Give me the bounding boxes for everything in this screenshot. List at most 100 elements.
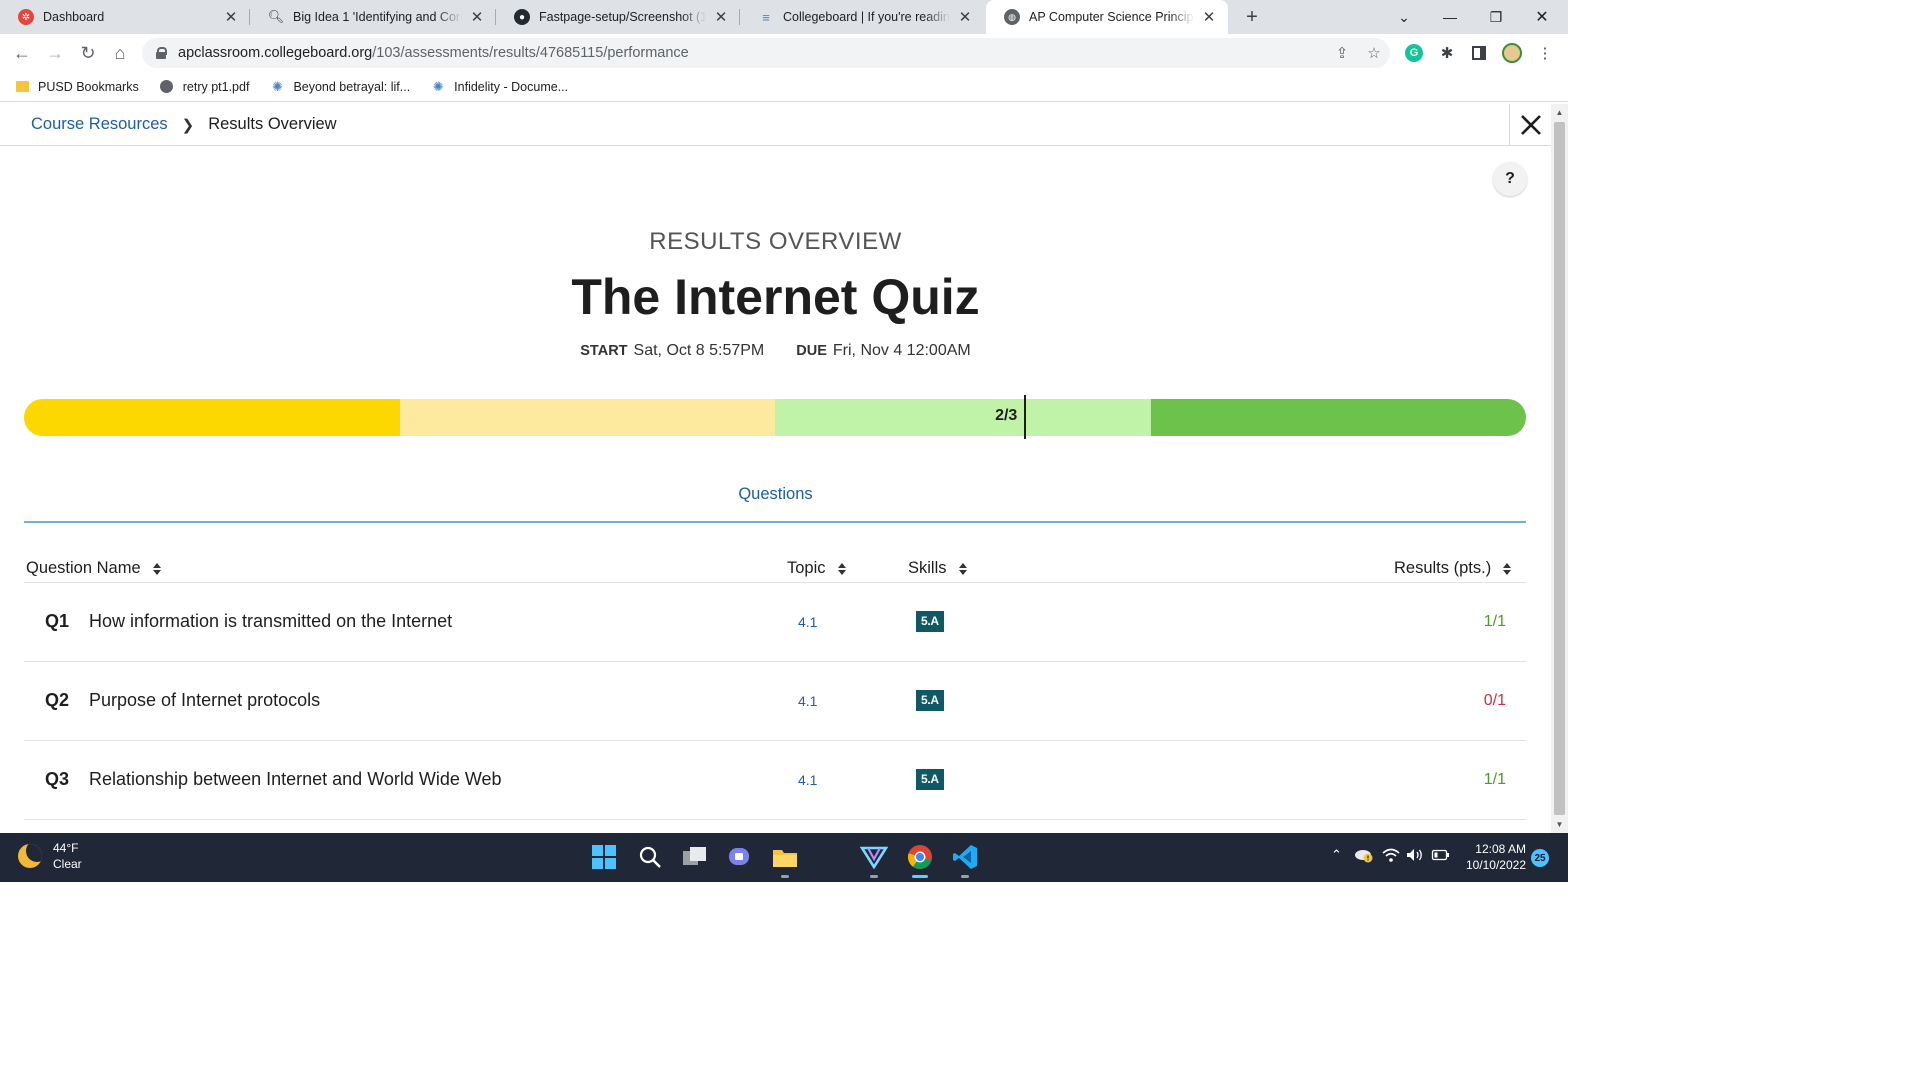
browser-tab[interactable]: 🔍︎ Big Idea 1 'Identifying and Correctin… xyxy=(250,0,496,34)
loading-spinner-icon: ✺ xyxy=(271,78,283,94)
grammarly-icon[interactable]: G xyxy=(1404,43,1424,63)
column-header-question-name[interactable]: Question Name xyxy=(26,559,163,578)
weather-condition: Clear xyxy=(53,857,82,871)
close-tab-icon[interactable]: ✕ xyxy=(222,8,240,26)
file-explorer-icon[interactable] xyxy=(770,842,800,878)
question-number: Q1 xyxy=(45,611,70,631)
bookmark-folder[interactable]: PUSD Bookmarks xyxy=(14,79,139,95)
skill-badge: 5.A xyxy=(916,611,944,632)
forward-icon[interactable]: → xyxy=(43,41,67,65)
score-label: 2/3 xyxy=(995,407,1018,424)
column-header-skills[interactable]: Skills xyxy=(908,559,969,578)
chrome-icon[interactable] xyxy=(905,842,935,878)
scrollbar-thumb[interactable] xyxy=(1554,122,1565,815)
clock-time: 12:08 AM xyxy=(1475,842,1526,856)
tab-questions[interactable]: Questions xyxy=(0,485,1551,504)
scroll-down-icon[interactable]: ▼ xyxy=(1555,820,1564,829)
table-row[interactable]: Q3 Relationship between Internet and Wor… xyxy=(24,741,1526,819)
column-header-results[interactable]: Results (pts.) xyxy=(1394,559,1513,578)
sort-icon xyxy=(958,562,969,576)
system-clock[interactable]: 12:08 AM 10/10/2022 xyxy=(1460,841,1526,873)
chevron-right-icon: ❯ xyxy=(181,116,195,134)
back-icon[interactable]: ← xyxy=(10,41,34,65)
side-panel-icon[interactable] xyxy=(1469,43,1489,63)
tab-label: Collegeboard | If you're reading, xyxy=(783,10,950,24)
extensions-icon[interactable]: ✱ xyxy=(1437,43,1457,63)
table-row[interactable]: Q2 Purpose of Internet protocols 4.1 5.A… xyxy=(24,662,1526,740)
question-topic[interactable]: 4.1 xyxy=(798,614,817,630)
question-name[interactable]: Relationship between Internet and World … xyxy=(89,769,502,790)
minimize-icon[interactable]: — xyxy=(1427,0,1473,34)
tab-underline xyxy=(24,521,1526,523)
bookmark-item[interactable]: ✺ Beyond betrayal: lif... xyxy=(269,79,410,95)
tab-label: AP Computer Science Principles T xyxy=(1029,10,1194,24)
page-scrollbar[interactable]: ▲ ▼ xyxy=(1551,104,1568,833)
folder-icon xyxy=(14,79,30,95)
sort-icon xyxy=(837,562,848,576)
reload-icon[interactable]: ↻ xyxy=(76,41,100,65)
task-view-icon[interactable] xyxy=(680,842,710,872)
teams-chat-icon[interactable] xyxy=(725,842,755,872)
breadcrumb-course-resources[interactable]: Course Resources xyxy=(31,115,168,134)
question-name[interactable]: Purpose of Internet protocols xyxy=(89,690,320,711)
share-icon[interactable]: ⇪ xyxy=(1332,43,1352,63)
tab-strip: ✲ Dashboard ✕ 🔍︎ Big Idea 1 'Identifying… xyxy=(0,0,1568,34)
menu-icon[interactable]: ⋮ xyxy=(1535,43,1555,63)
search-favicon-icon: 🔍︎ xyxy=(267,9,285,24)
onedrive-warning-icon[interactable] xyxy=(1354,847,1374,866)
assignment-dates: START Sat, Oct 8 5:57PM DUE Fri, Nov 4 12:0… xyxy=(0,342,1551,360)
doc-favicon-icon: ≡ xyxy=(762,9,770,25)
question-topic[interactable]: 4.1 xyxy=(798,772,817,788)
table-divider xyxy=(24,819,1526,820)
due-date: Fri, Nov 4 12:00AM xyxy=(832,342,971,359)
browser-tab[interactable]: ✲ Dashboard ✕ xyxy=(0,0,250,34)
close-tab-icon[interactable]: ✕ xyxy=(956,8,974,26)
bookmark-item[interactable]: ✺ Infidelity - Docume... xyxy=(430,79,568,95)
weather-widget[interactable]: 44°F Clear xyxy=(18,840,82,872)
question-name[interactable]: How information is transmitted on the In… xyxy=(89,611,452,632)
close-tab-icon[interactable]: ✕ xyxy=(1200,8,1218,26)
table-row[interactable]: Q1 How information is transmitted on the… xyxy=(24,583,1526,661)
bookmark-star-icon[interactable]: ☆ xyxy=(1364,43,1384,63)
tab-label: Big Idea 1 'Identifying and Correcting E… xyxy=(293,10,462,24)
question-topic[interactable]: 4.1 xyxy=(798,693,817,709)
close-tab-icon[interactable]: ✕ xyxy=(468,8,486,26)
globe-icon xyxy=(159,79,175,95)
volume-icon[interactable] xyxy=(1405,847,1425,866)
moon-icon xyxy=(18,844,42,868)
start-label: START xyxy=(580,343,628,359)
new-tab-button[interactable]: + xyxy=(1241,4,1263,30)
temperature: 44°F xyxy=(53,841,79,855)
start-date: Sat, Oct 8 5:57PM xyxy=(633,342,765,359)
vpn-app-icon[interactable] xyxy=(859,842,889,878)
close-window-icon[interactable]: ✕ xyxy=(1519,0,1565,34)
battery-icon[interactable] xyxy=(1431,847,1451,866)
bookmark-item[interactable]: retry pt1.pdf xyxy=(159,79,249,95)
notification-badge[interactable]: 25 xyxy=(1531,849,1549,867)
start-icon[interactable] xyxy=(589,842,619,872)
globe-favicon-icon: ◍ xyxy=(1004,9,1020,25)
browser-tab-active[interactable]: ◍ AP Computer Science Principles T ✕ xyxy=(986,0,1228,34)
wifi-icon[interactable] xyxy=(1381,847,1401,866)
skill-badge: 5.A xyxy=(916,769,944,790)
due-label: DUE xyxy=(796,343,827,359)
search-icon[interactable] xyxy=(635,842,665,872)
close-button[interactable] xyxy=(1509,104,1551,146)
close-tab-icon[interactable]: ✕ xyxy=(712,8,730,26)
scroll-up-icon[interactable]: ▲ xyxy=(1555,108,1564,117)
browser-tab[interactable]: ● Fastpage-setup/Screenshot (197) ✕ xyxy=(496,0,740,34)
dashboard-favicon-icon: ✲ xyxy=(18,9,34,25)
help-button[interactable]: ? xyxy=(1493,162,1527,196)
restore-icon[interactable]: ❐ xyxy=(1473,0,1519,34)
vscode-icon[interactable] xyxy=(950,842,980,878)
address-bar[interactable]: apclassroom.collegeboard.org/103/assessm… xyxy=(142,38,1390,68)
tab-search-icon[interactable]: ⌄ xyxy=(1381,0,1427,34)
home-icon[interactable]: ⌂ xyxy=(108,41,132,65)
column-header-topic[interactable]: Topic xyxy=(787,559,848,578)
browser-toolbar: ← → ↻ ⌂ apclassroom.collegeboard.org/103… xyxy=(0,34,1568,72)
show-hidden-icons-icon[interactable]: ⌃ xyxy=(1331,847,1342,863)
profile-avatar-icon[interactable] xyxy=(1502,43,1522,63)
score-bar-segment xyxy=(24,399,400,436)
browser-tab[interactable]: ≡ Collegeboard | If you're reading, ✕ xyxy=(740,0,984,34)
breadcrumb: Course Resources ❯ Results Overview xyxy=(0,104,1551,146)
